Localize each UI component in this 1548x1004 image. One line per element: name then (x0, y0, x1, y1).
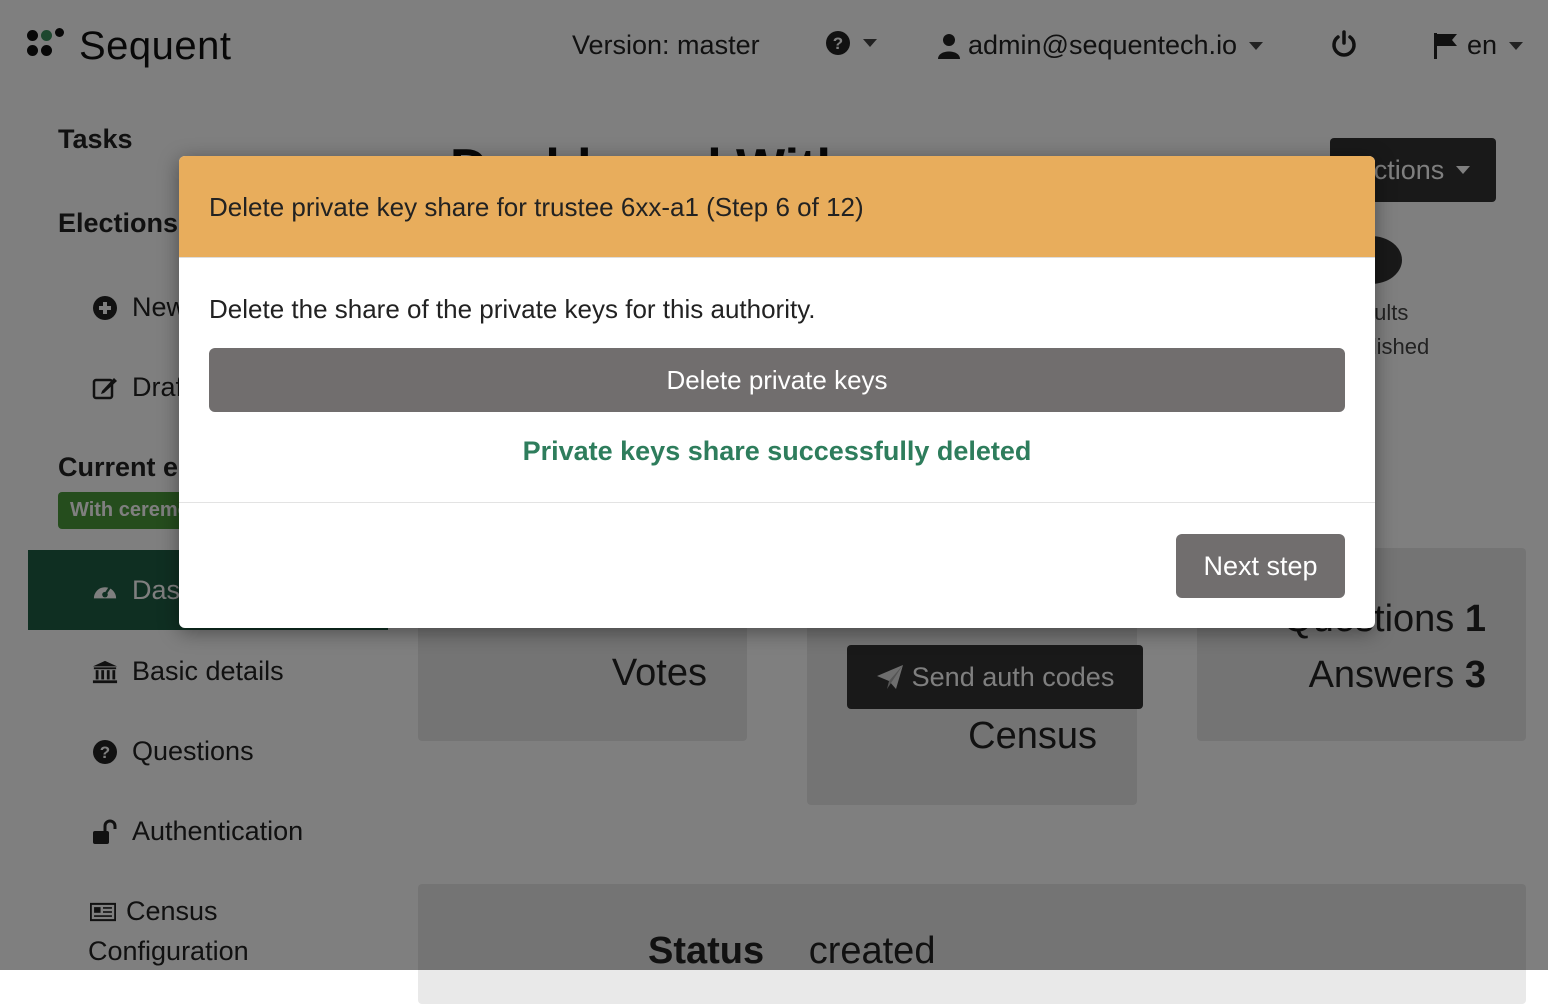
modal-divider (179, 502, 1375, 503)
modal-description: Delete the share of the private keys for… (209, 294, 816, 324)
delete-private-keys-button[interactable]: Delete private keys (209, 348, 1345, 412)
success-message: Private keys share successfully deleted (522, 436, 1032, 466)
modal-header: Delete private key share for trustee 6xx… (179, 156, 1375, 258)
delete-key-modal: Delete private key share for trustee 6xx… (179, 156, 1375, 628)
next-step-button[interactable]: Next step (1176, 534, 1345, 598)
modal-title: Delete private key share for trustee 6xx… (209, 192, 864, 222)
